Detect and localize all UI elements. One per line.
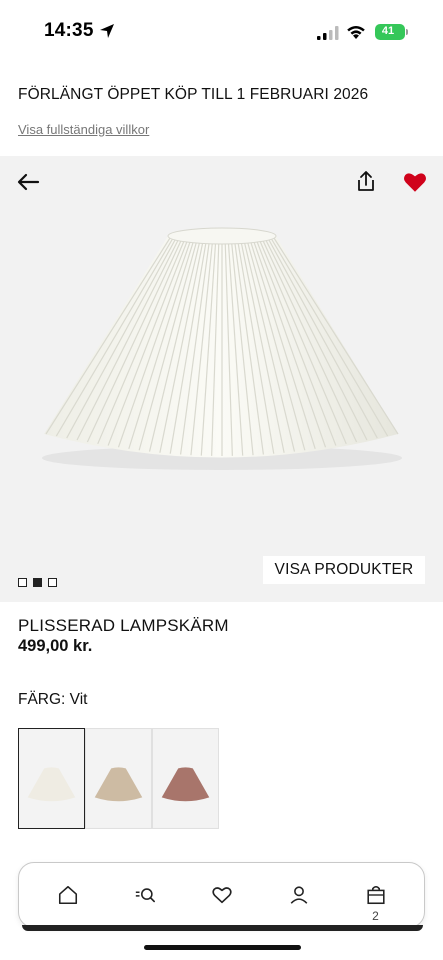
- pagination-dot-active[interactable]: [33, 578, 42, 587]
- battery-level: 41: [381, 25, 395, 37]
- nav-search[interactable]: [125, 875, 165, 915]
- back-arrow-icon[interactable]: [14, 168, 42, 196]
- pagination-dot[interactable]: [48, 578, 57, 587]
- visa-produkter-button[interactable]: VISA PRODUKTER: [263, 556, 425, 584]
- lampshade-image: [0, 156, 443, 602]
- terms-link[interactable]: Visa fullständiga villkor: [18, 122, 149, 137]
- bag-count: 2: [372, 909, 379, 923]
- user-icon: [290, 886, 307, 904]
- bag-icon: [366, 885, 385, 905]
- share-icon[interactable]: [352, 168, 380, 196]
- banner-title: FÖRLÄNGT ÖPPET KÖP TILL 1 FEBRUARI 2026: [18, 86, 369, 103]
- nav-home[interactable]: [48, 875, 88, 915]
- gallery-pagination: [18, 578, 57, 587]
- nav-underline: [22, 925, 423, 931]
- wifi-icon: [347, 26, 365, 39]
- swatch-rose[interactable]: [152, 728, 219, 829]
- nav-favorites[interactable]: [202, 875, 242, 915]
- home-icon: [58, 885, 77, 905]
- color-swatches: [18, 728, 219, 829]
- pagination-dot[interactable]: [18, 578, 27, 587]
- promo-banner: FÖRLÄNGT ÖPPET KÖP TILL 1 FEBRUARI 2026 …: [0, 62, 443, 156]
- search-icon: [135, 888, 155, 903]
- battery-icon: 41: [375, 24, 408, 40]
- product-price: 499,00 kr.: [18, 637, 93, 655]
- favorite-heart-icon[interactable]: [402, 169, 428, 195]
- nav-account[interactable]: [279, 875, 319, 915]
- nav-bag[interactable]: 2: [356, 875, 396, 923]
- swatch-beige[interactable]: [85, 728, 152, 829]
- product-image-gallery[interactable]: VISA PRODUKTER: [0, 156, 443, 602]
- home-indicator[interactable]: [144, 945, 301, 950]
- status-bar: 14:35 41: [0, 0, 443, 62]
- cellular-signal-icon: [317, 26, 339, 40]
- heart-icon: [211, 887, 232, 904]
- product-name: PLISSERAD LAMPSKÄRM: [18, 616, 229, 635]
- location-arrow-icon: [100, 24, 114, 38]
- color-label: FÄRG: Vit: [18, 691, 88, 708]
- bottom-navigation: 2: [18, 862, 425, 928]
- status-time: 14:35: [44, 20, 94, 41]
- swatch-white[interactable]: [18, 728, 85, 829]
